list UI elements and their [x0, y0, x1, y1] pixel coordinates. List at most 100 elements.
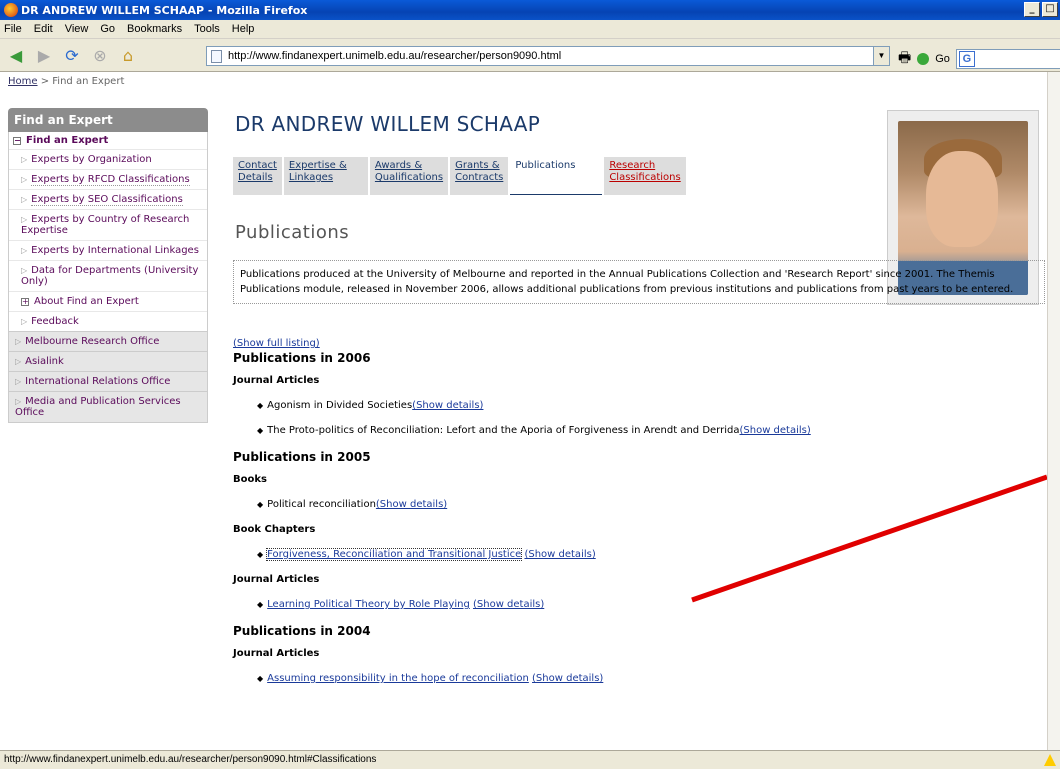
- tab-contact-details[interactable]: Contact Details: [233, 157, 282, 195]
- collapse-icon[interactable]: −: [13, 136, 21, 145]
- show-details-link[interactable]: (Show details): [473, 599, 544, 610]
- expand-icon[interactable]: +: [21, 298, 29, 306]
- triangle-icon: ▷: [15, 377, 22, 386]
- page-icon: [211, 49, 222, 63]
- list-item: ◆ Agonism in Divided Societies(Show detai…: [257, 400, 484, 411]
- show-details-link[interactable]: (Show details): [739, 425, 810, 436]
- list-item: ◆ Assuming responsibility in the hope of …: [257, 673, 1043, 684]
- menu-view[interactable]: View: [65, 23, 89, 35]
- sidebar-item-feedback[interactable]: ▷ Feedback: [9, 311, 207, 331]
- home-icon[interactable]: ⌂: [118, 45, 138, 65]
- publication-link[interactable]: Assuming responsibility in the hope of r…: [267, 673, 529, 684]
- show-full-listing-link[interactable]: (Show full listing): [233, 338, 320, 349]
- sidebar-item-departments[interactable]: ▷ Data for Departments (University Only): [9, 260, 207, 291]
- intro-box: Publications produced at the University …: [233, 260, 1045, 304]
- triangle-icon: ▷: [21, 195, 28, 204]
- reload-icon[interactable]: ⟳: [62, 45, 82, 65]
- bullet-icon: ◆: [257, 500, 264, 509]
- warning-icon: [1044, 754, 1056, 766]
- bullet-icon: ◆: [257, 550, 264, 559]
- tab-awards-qualifications[interactable]: Awards & Qualifications: [369, 157, 449, 195]
- url-text: http://www.findanexpert.unimelb.edu.au/r…: [228, 50, 562, 62]
- sidebar-item-asialink[interactable]: ▷ Asialink: [8, 352, 208, 372]
- category-heading: Journal Articles: [233, 375, 320, 386]
- url-dropdown-icon[interactable]: ▼: [873, 47, 889, 65]
- search-box[interactable]: G: [955, 49, 1060, 69]
- triangle-icon: ▷: [21, 246, 28, 255]
- sidebar-item-seo[interactable]: ▷ Experts by SEO Classifications: [9, 189, 207, 209]
- status-bar: http://www.findanexpert.unimelb.edu.au/r…: [0, 750, 1060, 769]
- triangle-icon: ▷: [15, 357, 22, 366]
- print-icon[interactable]: 🖶: [898, 47, 911, 71]
- sidebar-item-media[interactable]: ▷ Media and Publication Services Office: [8, 392, 208, 423]
- window-title: DR ANDREW WILLEM SCHAAP - Mozilla Firefo…: [21, 3, 308, 17]
- triangle-icon: ▷: [21, 155, 28, 164]
- breadcrumb-current: Find an Expert: [52, 76, 125, 87]
- window-controls: _ □: [1024, 2, 1058, 17]
- back-arrow-icon[interactable]: ◀: [6, 45, 26, 65]
- toolbar-right: 🖶 Go G: [898, 47, 1060, 71]
- section-title: Publications: [235, 222, 350, 243]
- go-button-label[interactable]: Go: [935, 53, 950, 65]
- stop-icon[interactable]: ⊗: [90, 45, 110, 65]
- sidebar-item-organization[interactable]: ▷ Experts by Organization: [9, 149, 207, 169]
- sidebar-item-country[interactable]: ▷ Experts by Country of Research Expertis…: [9, 209, 207, 240]
- url-bar[interactable]: http://www.findanexpert.unimelb.edu.au/r…: [206, 46, 890, 66]
- bullet-icon: ◆: [257, 401, 264, 410]
- sidebar-item-rfcd[interactable]: ▷ Experts by RFCD Classifications: [9, 169, 207, 189]
- window-title-bar: DR ANDREW WILLEM SCHAAP - Mozilla Firefo…: [0, 0, 1060, 20]
- list-item: ◆ The Proto-politics of Reconciliation: L…: [257, 425, 811, 436]
- show-details-link[interactable]: (Show details): [524, 549, 595, 560]
- page-content: Home > Find an Expert Find an Expert − F…: [0, 72, 1047, 750]
- list-item: ◆ Political reconciliation(Show details): [257, 499, 448, 510]
- sidebar-item-about[interactable]: + About Find an Expert: [9, 291, 207, 311]
- sidebar-section-title[interactable]: − Find an Expert: [9, 132, 207, 149]
- triangle-icon: ▷: [15, 337, 22, 346]
- category-heading: Book Chapters: [233, 524, 316, 535]
- forward-arrow-icon[interactable]: ▶: [34, 45, 54, 65]
- status-text: http://www.findanexpert.unimelb.edu.au/r…: [4, 754, 377, 765]
- page-title: DR ANDREW WILLEM SCHAAP: [235, 112, 541, 136]
- menu-file[interactable]: File: [4, 23, 22, 35]
- show-details-link[interactable]: (Show details): [376, 499, 447, 510]
- go-icon[interactable]: [917, 53, 930, 65]
- bullet-icon: ◆: [257, 426, 264, 435]
- google-search-icon: G: [958, 51, 975, 67]
- tab-expertise-linkages[interactable]: Expertise & Linkages: [283, 157, 368, 195]
- list-item: ◆ Forgiveness, Reconciliation and Transit…: [257, 548, 1043, 561]
- triangle-icon: ▷: [21, 175, 28, 184]
- vertical-scrollbar[interactable]: [1047, 72, 1060, 750]
- tab-research-classifications[interactable]: Research Classifications: [604, 157, 686, 195]
- tab-grants-contracts[interactable]: Grants & Contracts: [450, 157, 509, 195]
- menu-edit[interactable]: Edit: [34, 23, 53, 35]
- triangle-icon: ▷: [15, 397, 22, 406]
- year-heading: Publications in 2005: [233, 450, 371, 464]
- category-heading: Books: [233, 474, 267, 485]
- show-details-link[interactable]: (Show details): [532, 673, 603, 684]
- show-details-link[interactable]: (Show details): [412, 400, 483, 411]
- sidebar: Find an Expert − Find an Expert ▷ Experts…: [8, 108, 208, 423]
- firefox-logo-icon: [4, 3, 18, 17]
- sidebar-item-intl-relations[interactable]: ▷ International Relations Office: [8, 372, 208, 392]
- menu-bar: File Edit View Go Bookmarks Tools Help: [0, 20, 1060, 39]
- menu-help[interactable]: Help: [232, 23, 255, 35]
- navigation-toolbar: ◀ ▶ ⟳ ⊗ ⌂ http://www.findanexpert.unimel…: [0, 39, 1060, 72]
- sidebar-item-research-office[interactable]: ▷ Melbourne Research Office: [8, 332, 208, 352]
- year-heading: Publications in 2006: [233, 351, 371, 365]
- breadcrumb-home[interactable]: Home: [8, 76, 38, 87]
- triangle-icon: ▷: [21, 266, 28, 275]
- publication-link[interactable]: Learning Political Theory by Role Playin…: [267, 599, 470, 610]
- menu-go[interactable]: Go: [100, 23, 115, 35]
- tab-publications[interactable]: Publications: [510, 157, 603, 195]
- triangle-icon: ▷: [21, 215, 28, 224]
- category-heading: Journal Articles: [233, 574, 320, 585]
- category-heading: Journal Articles: [233, 648, 320, 659]
- menu-tools[interactable]: Tools: [194, 23, 220, 35]
- menu-bookmarks[interactable]: Bookmarks: [127, 23, 182, 35]
- sidebar-item-international[interactable]: ▷ Experts by International Linkages: [9, 240, 207, 260]
- maximize-icon[interactable]: □: [1042, 2, 1058, 17]
- minimize-icon[interactable]: _: [1024, 2, 1040, 17]
- bullet-icon: ◆: [257, 674, 264, 683]
- triangle-icon: ▷: [21, 317, 28, 326]
- publication-link[interactable]: Forgiveness, Reconciliation and Transiti…: [266, 548, 523, 561]
